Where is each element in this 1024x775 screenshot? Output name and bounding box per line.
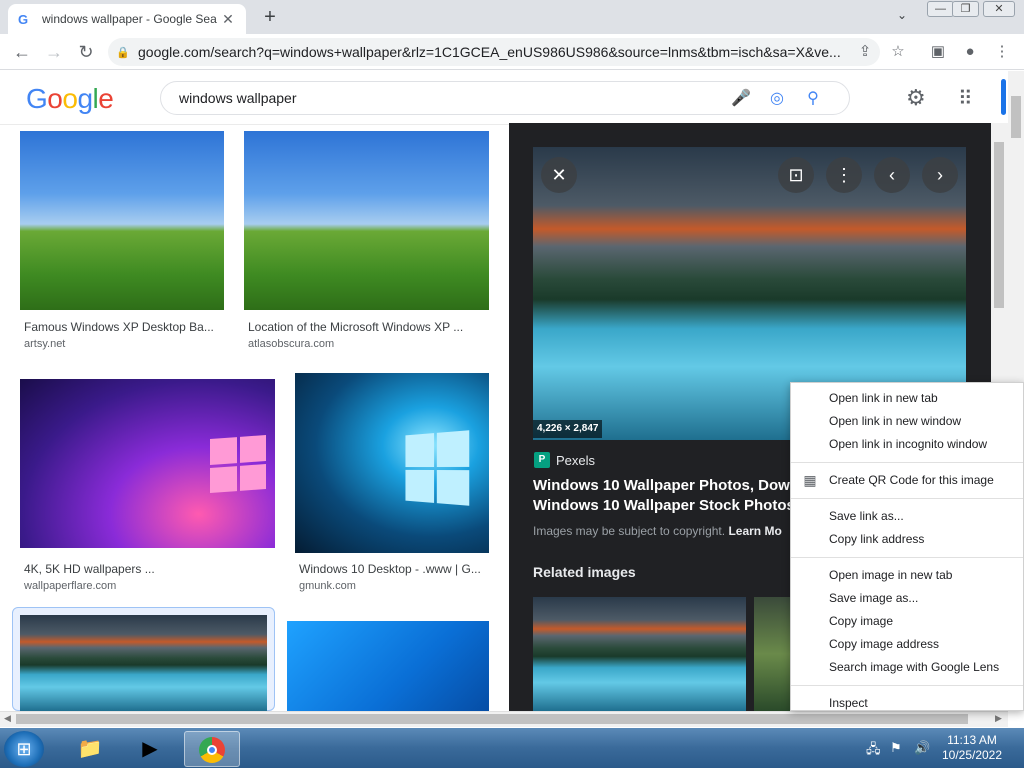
result-image-5-selected[interactable]	[20, 615, 267, 711]
bookmark-star-icon[interactable]: ☆	[888, 42, 908, 62]
microphone-icon[interactable]: 🎤	[723, 88, 759, 108]
result-source-2[interactable]: atlasobscura.com	[248, 338, 334, 350]
menu-separator	[791, 462, 1023, 463]
qr-code-icon: ▦	[803, 472, 817, 488]
copyright-notice: Images may be subject to copyright. Lear…	[533, 524, 782, 538]
url-text: google.com/search?q=windows+wallpaper&rl…	[138, 44, 841, 60]
close-tab-icon[interactable]: ✕	[220, 11, 236, 28]
menu-separator	[791, 498, 1023, 499]
network-icon[interactable]: 🖧	[866, 740, 881, 762]
result-caption-1[interactable]: Famous Windows XP Desktop Ba...	[24, 320, 220, 334]
result-caption-3[interactable]: 4K, 5K HD wallpapers ...	[24, 562, 270, 576]
result-caption-4[interactable]: Windows 10 Desktop - .www | G...	[299, 562, 485, 576]
related-image-1[interactable]	[533, 597, 746, 711]
result-source-4[interactable]: gmunk.com	[299, 580, 356, 592]
action-center-icon[interactable]: ⚑	[890, 740, 902, 756]
panel-scroll-thumb[interactable]	[994, 142, 1004, 308]
media-player-icon[interactable]: ▶	[122, 731, 178, 767]
google-logo[interactable]: Google	[26, 83, 114, 115]
new-tab-button[interactable]: +	[258, 6, 282, 28]
preview-source-name[interactable]: Pexels	[556, 453, 595, 468]
google-favicon-icon: G	[18, 11, 29, 27]
related-image-2[interactable]	[754, 597, 790, 711]
menu-open-link-new-window[interactable]: Open link in new window	[791, 410, 1023, 433]
browser-tab[interactable]: G windows wallpaper - Google Sea ✕	[8, 4, 246, 34]
menu-separator	[791, 685, 1023, 686]
reload-icon[interactable]: ↻	[74, 40, 98, 64]
result-image-6[interactable]	[287, 621, 489, 711]
address-bar[interactable]: 🔒 google.com/search?q=windows+wallpaper&…	[108, 38, 880, 66]
menu-create-qr-code-label: Create QR Code for this image	[829, 473, 994, 487]
preview-title-line1[interactable]: Windows 10 Wallpaper Photos, Downlo	[533, 477, 812, 494]
preview-title-line2[interactable]: Windows 10 Wallpaper Stock Photos &	[533, 497, 810, 514]
side-panel-icon[interactable]: ▣	[928, 42, 948, 62]
menu-copy-image-address[interactable]: Copy image address	[791, 633, 1023, 656]
result-image-4[interactable]	[295, 373, 489, 553]
result-image-3[interactable]	[20, 379, 275, 548]
menu-save-link-as[interactable]: Save link as...	[791, 505, 1023, 528]
result-image-1[interactable]	[20, 131, 224, 310]
next-chevron-icon[interactable]: ›	[922, 157, 958, 193]
menu-search-google-lens[interactable]: Search image with Google Lens	[791, 656, 1023, 679]
related-images-heading: Related images	[533, 564, 636, 580]
close-preview-icon[interactable]: ✕	[541, 157, 577, 193]
google-lens-icon[interactable]: ◎	[759, 88, 795, 108]
search-icon[interactable]: ⚲	[795, 88, 831, 108]
menu-create-qr-code[interactable]: ▦ Create QR Code for this image	[791, 469, 1023, 492]
restore-button[interactable]: ❐	[952, 1, 979, 17]
result-caption-2[interactable]: Location of the Microsoft Windows XP ...	[248, 320, 484, 334]
search-box[interactable]: windows wallpaper 🎤 ◎ ⚲	[160, 81, 850, 115]
sign-in-button[interactable]	[1001, 79, 1006, 115]
file-explorer-icon[interactable]: 📁	[62, 731, 118, 767]
chrome-menu-icon[interactable]: ⋮	[992, 42, 1012, 62]
tab-search-chevron-icon[interactable]: ⌄	[897, 8, 907, 22]
volume-icon[interactable]: 🔊	[914, 740, 930, 756]
result-source-3[interactable]: wallpaperflare.com	[24, 580, 116, 592]
back-arrow-icon[interactable]: ←	[10, 40, 34, 64]
lock-icon[interactable]: 🔒	[116, 46, 138, 59]
image-dimensions: 4,226 × 2,847	[533, 420, 603, 438]
windows-logo-icon	[405, 430, 470, 506]
menu-copy-image[interactable]: Copy image	[791, 610, 1023, 633]
share-icon[interactable]: ⇪	[855, 42, 875, 62]
menu-save-image-as[interactable]: Save image as...	[791, 587, 1023, 610]
menu-open-link-new-tab[interactable]: Open link in new tab	[791, 387, 1023, 410]
menu-open-link-incognito[interactable]: Open link in incognito window	[791, 433, 1023, 456]
result-source-1[interactable]: artsy.net	[24, 338, 65, 350]
taskbar-clock[interactable]: 11:13 AM 10/25/2022	[932, 733, 1012, 763]
learn-more-link[interactable]: Learn Mo	[728, 524, 781, 538]
settings-gear-icon[interactable]: ⚙	[906, 85, 926, 111]
menu-inspect[interactable]: Inspect	[791, 692, 1023, 715]
profile-avatar-icon[interactable]: ●	[960, 42, 980, 62]
menu-separator	[791, 557, 1023, 558]
horizontal-scroll-thumb[interactable]	[16, 714, 968, 724]
close-window-button[interactable]: ✕	[983, 1, 1015, 17]
start-button-windows-icon[interactable]: ⊞	[4, 731, 44, 767]
google-apps-icon[interactable]: ⠿	[958, 86, 973, 111]
clock-time: 11:13 AM	[947, 733, 997, 747]
copyright-text: Images may be subject to copyright.	[533, 524, 726, 538]
menu-open-image-new-tab[interactable]: Open image in new tab	[791, 564, 1023, 587]
result-image-2[interactable]	[244, 131, 489, 310]
context-menu: Open link in new tab Open link in new wi…	[790, 382, 1024, 711]
scroll-left-arrow-icon[interactable]: ◀	[4, 713, 11, 724]
forward-arrow-icon[interactable]: →	[42, 40, 66, 64]
previous-chevron-icon[interactable]: ‹	[874, 157, 910, 193]
more-options-icon[interactable]: ⋮	[826, 157, 862, 193]
clock-date: 10/25/2022	[941, 748, 1003, 762]
pexels-icon: P	[534, 452, 550, 468]
chrome-taskbar-icon[interactable]	[184, 731, 240, 767]
lens-search-icon[interactable]: ⊡	[778, 157, 814, 193]
chrome-logo-icon	[199, 737, 225, 763]
tab-title: windows wallpaper - Google Sea	[42, 12, 217, 26]
minimize-button[interactable]: —	[927, 1, 954, 17]
menu-copy-link-address[interactable]: Copy link address	[791, 528, 1023, 551]
windows-logo-icon	[210, 435, 266, 493]
search-input[interactable]: windows wallpaper	[179, 90, 723, 106]
page-scroll-thumb[interactable]	[1011, 96, 1021, 138]
